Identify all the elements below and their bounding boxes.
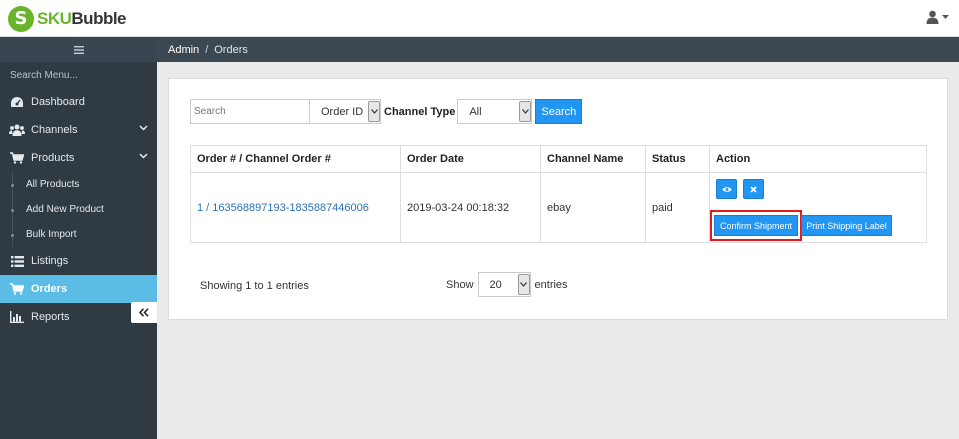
caret-down-icon — [942, 14, 949, 19]
sidebar-subitem-bulk-import[interactable]: Bulk Import — [0, 222, 157, 247]
column-header-action: Action — [709, 145, 927, 173]
order-date-cell: 2019-03-24 00:18:32 — [400, 172, 541, 243]
close-icon — [750, 185, 757, 193]
orders-panel: Order ID Channel Type All Search Order #… — [168, 78, 948, 320]
sidebar-subitem-all-products[interactable]: All Products — [0, 172, 157, 197]
page-size-value: 20 — [489, 278, 502, 291]
channel-type-label: Channel Type — [384, 105, 456, 118]
sidebar-item-dashboard[interactable]: Dashboard — [0, 88, 157, 116]
logo-text-bubble: Bubble — [71, 9, 127, 28]
sidebar-item-products[interactable]: Products — [0, 144, 157, 172]
sidebar: Search Menu... Dashboard Channels Produc… — [0, 37, 157, 439]
search-button[interactable]: Search — [535, 99, 583, 124]
products-submenu: All Products Add New Product Bulk Import — [0, 172, 157, 247]
channel-type-select[interactable]: All — [457, 99, 533, 124]
sidebar-toggle[interactable] — [0, 37, 157, 62]
field-select[interactable]: Order ID — [310, 99, 381, 124]
sidebar-subitem-add-new-product[interactable]: Add New Product — [0, 197, 157, 222]
search-input[interactable] — [190, 99, 310, 124]
sidebar-item-label: Reports — [31, 311, 70, 323]
sidebar-item-label: Orders — [31, 283, 68, 295]
breadcrumb: Admin / Orders — [157, 37, 959, 62]
print-shipping-label-button[interactable]: Print Shipping Label — [801, 215, 892, 236]
users-icon — [9, 124, 25, 136]
column-header-status[interactable]: Status — [645, 145, 710, 173]
sidebar-item-label: Dashboard — [31, 96, 85, 108]
orders-table: Order # / Channel Order # Order Date Cha… — [190, 145, 927, 243]
logo-badge: S — [8, 6, 34, 32]
logo-badge-letter: S — [14, 8, 28, 29]
cart-icon — [9, 152, 25, 164]
sidebar-item-label: Channels — [31, 124, 78, 136]
column-header-order[interactable]: Order # / Channel Order # — [190, 145, 401, 173]
logo[interactable]: S SKU Bubble — [8, 6, 127, 32]
eye-icon — [721, 186, 732, 192]
chevron-down-icon — [139, 125, 148, 131]
table-header-row: Order # / Channel Order # Order Date Cha… — [190, 145, 927, 173]
order-link[interactable]: 1 / 163568897193-1835887446006 — [190, 172, 401, 243]
breadcrumb-admin[interactable]: Admin — [168, 44, 199, 56]
list-icon — [9, 255, 25, 267]
column-header-order-date[interactable]: Order Date — [400, 145, 541, 173]
breadcrumb-separator: / — [205, 43, 209, 56]
dashboard-icon — [9, 96, 25, 108]
pagination-info: Showing 1 to 1 entries — [200, 280, 309, 292]
view-order-button[interactable] — [716, 179, 737, 199]
bar-chart-icon — [9, 311, 25, 323]
page-size-select[interactable]: 20 — [477, 272, 531, 297]
channel-name-cell: ebay — [540, 172, 646, 243]
channel-select-value: All — [469, 105, 482, 118]
sidebar-collapse-button[interactable] — [131, 302, 157, 323]
show-label: Show — [446, 278, 474, 291]
sidebar-item-label: Products — [31, 152, 75, 164]
double-chevron-left-icon — [139, 308, 149, 317]
sidebar-item-listings[interactable]: Listings — [0, 247, 157, 275]
cart-icon — [9, 283, 25, 295]
sidebar-item-orders[interactable]: Orders — [0, 275, 157, 303]
top-header: S SKU Bubble — [0, 0, 959, 37]
user-menu[interactable] — [926, 10, 949, 24]
delete-order-button[interactable] — [743, 179, 764, 199]
chevron-down-icon — [517, 274, 530, 295]
user-icon — [926, 10, 939, 24]
filter-bar: Order ID Channel Type All Search — [190, 99, 583, 124]
chevron-down-icon — [139, 153, 148, 159]
page-size-control: Show 20 entries — [446, 272, 568, 297]
table-row: 1 / 163568897193-1835887446006 2019-03-2… — [190, 172, 927, 243]
sidebar-item-label: Listings — [31, 255, 69, 267]
breadcrumb-current: Orders — [214, 43, 248, 56]
confirm-shipment-button[interactable]: Confirm Shipment — [714, 215, 798, 236]
chevron-down-icon — [519, 101, 532, 122]
action-cell: Confirm Shipment Print Shipping Label — [709, 172, 927, 243]
chevron-down-icon — [368, 101, 380, 122]
sidebar-item-channels[interactable]: Channels — [0, 116, 157, 144]
logo-text-sku: SKU — [37, 9, 72, 28]
field-select-value: Order ID — [321, 105, 364, 118]
entries-label: entries — [534, 278, 568, 291]
sidebar-search-input[interactable]: Search Menu... — [0, 62, 157, 88]
column-header-channel-name[interactable]: Channel Name — [540, 145, 646, 173]
hamburger-icon — [73, 45, 84, 54]
status-cell: paid — [645, 172, 710, 243]
